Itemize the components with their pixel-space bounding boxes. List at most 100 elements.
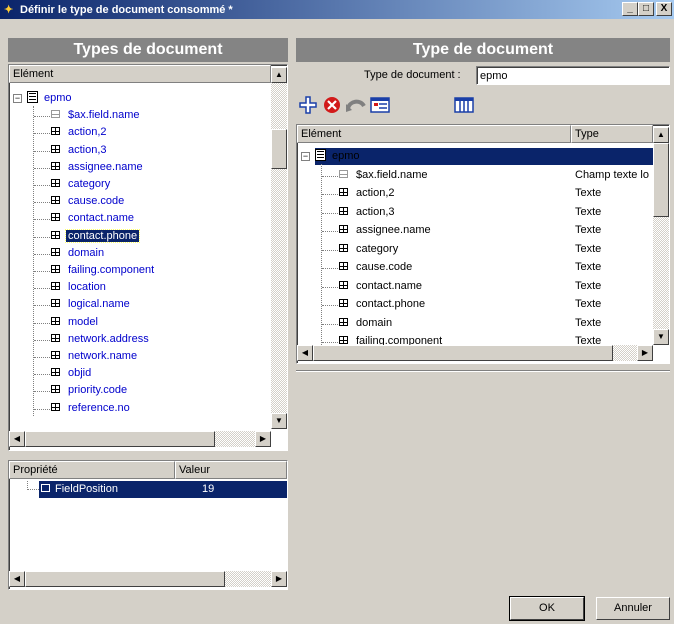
maximize-button[interactable]: □	[638, 2, 654, 16]
tree-column-header[interactable]: Elément	[9, 65, 271, 83]
tree-item[interactable]: action,3	[51, 142, 109, 159]
tree-node-label: epmo	[44, 92, 72, 104]
tree-item[interactable]: location	[51, 279, 108, 296]
tree-item[interactable]: model	[51, 314, 100, 331]
tree-item[interactable]: category	[339, 241, 400, 258]
document-types-tree[interactable]: Elément − epmo $ax.field.name action,2 actio…	[8, 64, 288, 451]
delete-button[interactable]	[320, 94, 344, 116]
tree-item[interactable]: priority.code	[51, 382, 129, 399]
collapse-icon[interactable]: −	[301, 152, 310, 161]
tree-item-label: domain	[356, 316, 393, 329]
document-icon	[315, 149, 326, 162]
hscroll-thumb[interactable]	[25, 431, 215, 447]
tree-root-node[interactable]: epmo	[315, 148, 653, 165]
tree-item[interactable]: action,3	[339, 204, 397, 221]
tree-item[interactable]: reference.no	[51, 400, 132, 417]
hscroll-thumb[interactable]	[25, 571, 225, 587]
right-tree-hscrollbar[interactable]: ◀ ▶	[297, 345, 653, 361]
type-cell: Texte	[575, 316, 602, 329]
tree-item[interactable]: objid	[51, 365, 93, 382]
left-tree-hscrollbar[interactable]: ◀ ▶	[9, 431, 271, 447]
type-column-header[interactable]: Type	[571, 125, 653, 143]
field-icon	[51, 213, 60, 222]
property-column-header[interactable]: Propriété	[9, 461, 175, 479]
tree-item[interactable]: action,2	[51, 124, 109, 141]
tree-item-label: objid	[68, 367, 92, 380]
tree-item[interactable]: action,2	[339, 185, 397, 202]
app-icon: ✦	[4, 3, 14, 16]
scroll-thumb[interactable]	[653, 143, 669, 217]
tree-item[interactable]: $ax.field.name	[51, 107, 142, 124]
tree-item[interactable]: assignee.name	[339, 222, 433, 239]
table-button[interactable]	[452, 94, 476, 116]
tree-item[interactable]: network.name	[51, 348, 139, 365]
ok-button[interactable]: OK	[509, 596, 585, 621]
field-icon	[51, 316, 60, 325]
tree-item-label: assignee.name	[356, 224, 431, 236]
scroll-left-arrow-icon[interactable]: ◀	[297, 345, 313, 361]
title-bar[interactable]: ✦ Définir le type de document consommé *…	[0, 0, 674, 19]
field-icon	[51, 282, 60, 291]
tree-root-node[interactable]: epmo	[27, 90, 74, 107]
field-icon	[51, 247, 60, 256]
field-icon	[339, 317, 348, 326]
type-cell: Texte	[575, 242, 602, 255]
right-panel-header: Type de document	[296, 38, 670, 62]
document-structure-tree[interactable]: Elément Type − epmo $ax.field.name Champ te…	[296, 124, 670, 364]
tree-item[interactable]: contact.phone	[51, 228, 141, 245]
value-column-header[interactable]: Valeur	[175, 461, 287, 479]
tree-item[interactable]: network.address	[51, 331, 151, 348]
doc-type-input[interactable]	[476, 66, 670, 85]
minimize-button[interactable]: _	[622, 2, 638, 16]
scroll-right-arrow-icon[interactable]: ▶	[271, 571, 287, 587]
hscroll-thumb[interactable]	[313, 345, 613, 361]
tree-item-label: cause.code	[68, 195, 125, 208]
properties-hscrollbar[interactable]: ◀ ▶	[9, 571, 287, 587]
tree-item[interactable]: domain	[339, 315, 394, 332]
close-button[interactable]: X	[656, 2, 672, 16]
property-row[interactable]: FieldPosition 19	[39, 481, 287, 498]
left-tree-vscrollbar[interactable]: ▲ ▼	[271, 67, 287, 429]
tree-item[interactable]: $ax.field.name	[339, 167, 430, 184]
field-icon	[339, 206, 348, 215]
field-icon	[51, 351, 60, 360]
field-icon	[339, 225, 348, 234]
tree-item-label: network.address	[68, 332, 149, 345]
scroll-up-arrow-icon[interactable]: ▲	[653, 127, 669, 143]
type-cell: Texte	[575, 261, 602, 273]
scroll-down-arrow-icon[interactable]: ▼	[271, 413, 287, 429]
cancel-button[interactable]: Annuler	[596, 597, 670, 620]
scroll-down-arrow-icon[interactable]: ▼	[653, 329, 669, 345]
tree-item-label: contact.name	[68, 212, 135, 225]
tree-item[interactable]: logical.name	[51, 296, 132, 313]
right-tree-vscrollbar[interactable]: ▲ ▼	[653, 127, 669, 345]
field-icon	[51, 144, 60, 153]
properties-grid[interactable]: Propriété Valeur FieldPosition 19 ◀ ▶	[8, 460, 288, 590]
tree-item[interactable]: assignee.name	[51, 159, 145, 176]
field-icon	[41, 484, 50, 493]
scroll-right-arrow-icon[interactable]: ▶	[637, 345, 653, 361]
scroll-up-arrow-icon[interactable]: ▲	[271, 67, 287, 83]
tree-item[interactable]: failing.component	[51, 262, 156, 279]
collapse-icon[interactable]: −	[13, 94, 22, 103]
add-button[interactable]	[296, 94, 320, 116]
tree-item[interactable]: cause.code	[339, 259, 414, 276]
scroll-left-arrow-icon[interactable]: ◀	[9, 431, 25, 447]
undo-button[interactable]	[344, 94, 368, 116]
field-icon	[339, 336, 348, 345]
scroll-right-arrow-icon[interactable]: ▶	[255, 431, 271, 447]
tree-item[interactable]: contact.name	[339, 278, 424, 295]
scroll-left-arrow-icon[interactable]: ◀	[9, 571, 25, 587]
tree-item[interactable]: domain	[51, 245, 106, 262]
element-column-header[interactable]: Elément	[297, 125, 571, 143]
field-icon	[51, 127, 60, 136]
type-cell: Champ texte lo	[575, 168, 649, 181]
scroll-thumb[interactable]	[271, 129, 287, 169]
tree-item-label: reference.no	[68, 401, 130, 414]
tree-item[interactable]: category	[51, 176, 112, 193]
tree-item-label: action,2	[68, 126, 107, 139]
tree-item[interactable]: contact.phone	[339, 296, 427, 313]
tree-item[interactable]: contact.name	[51, 210, 136, 227]
form-button[interactable]	[368, 94, 392, 116]
tree-item[interactable]: cause.code	[51, 193, 126, 210]
